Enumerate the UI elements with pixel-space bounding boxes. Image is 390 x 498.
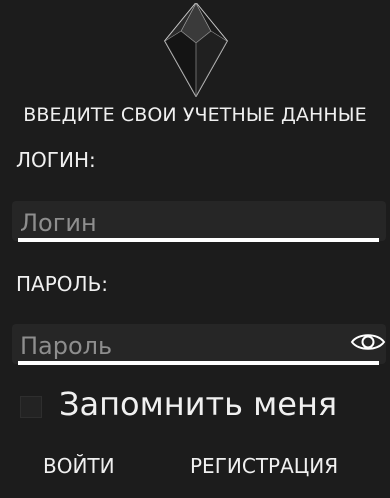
remember-me-label[interactable]: Запомнить меня bbox=[59, 385, 337, 423]
login-label: ЛОГИН: bbox=[16, 148, 96, 172]
login-input[interactable] bbox=[20, 205, 340, 241]
password-label: ПАРОЛЬ: bbox=[16, 272, 109, 296]
crystal-logo-icon bbox=[164, 3, 228, 97]
eye-icon[interactable] bbox=[350, 331, 386, 353]
register-button[interactable]: РЕГИСТРАЦИЯ bbox=[190, 451, 338, 481]
remember-me-checkbox[interactable] bbox=[20, 396, 42, 418]
password-underline bbox=[18, 361, 379, 365]
login-button[interactable]: ВОЙТИ bbox=[43, 451, 115, 481]
page-heading: ВВЕДИТЕ СВОИ УЧЕТНЫЕ ДАННЫЕ bbox=[23, 104, 367, 126]
login-underline bbox=[18, 238, 379, 242]
login-screen: ВВЕДИТЕ СВОИ УЧЕТНЫЕ ДАННЫЕ ЛОГИН: ПАРОЛ… bbox=[0, 0, 390, 498]
password-input[interactable] bbox=[20, 328, 340, 364]
